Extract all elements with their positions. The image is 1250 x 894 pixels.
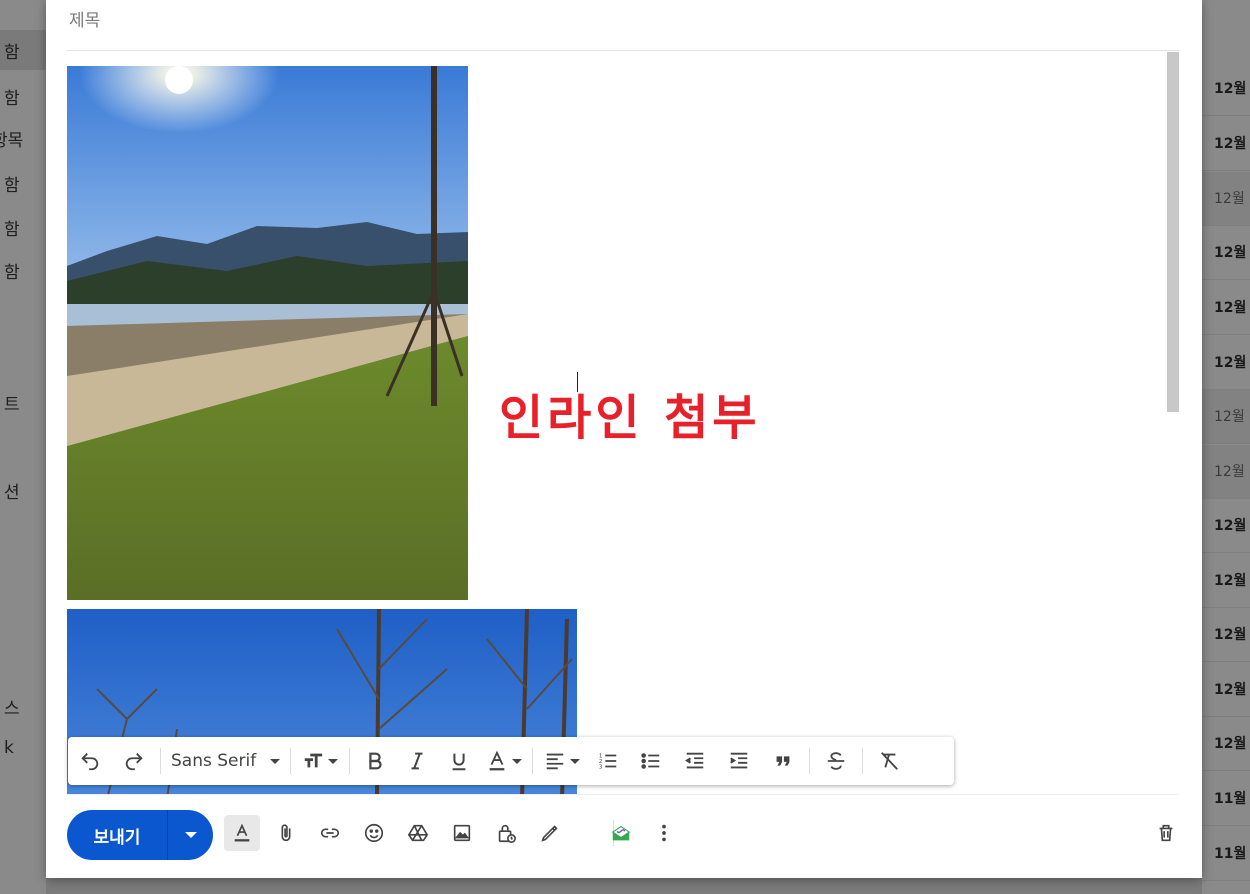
schedule-send-dropdown[interactable] [168,810,213,860]
email-date: 12월 [1202,172,1250,226]
google-drive-icon[interactable] [400,815,436,851]
redo-icon[interactable] [112,743,156,779]
chevron-down-icon [184,832,197,838]
svg-text:3: 3 [599,764,603,770]
email-date: 12월 [1202,336,1250,390]
email-date: 12월 [1202,445,1250,499]
emoji-icon[interactable] [356,815,392,851]
email-date: 12월 [1202,554,1250,608]
strikethrough-icon[interactable] [814,743,858,779]
email-date: 12월 [1202,281,1250,335]
underline-icon[interactable] [438,743,480,779]
discard-draft-icon[interactable] [1148,815,1184,851]
remove-formatting-icon[interactable] [867,743,911,779]
confidential-mode-icon[interactable] [488,815,524,851]
message-body[interactable]: 인라인 첨부 [67,62,1167,794]
email-date: 12월 [1202,608,1250,662]
send-button[interactable]: 보내기 [67,810,167,860]
body-scrollbar[interactable] [1167,52,1179,412]
numbered-list-icon[interactable]: 123 [587,743,629,779]
send-button-group: 보내기 [67,810,213,860]
divider [67,794,1179,795]
formatting-toolbar: Sans Serif 123 [68,737,954,785]
inline-image-lakeside[interactable] [67,66,468,600]
align-icon[interactable] [537,743,587,779]
subject-row [67,0,1179,51]
chevron-down-icon [270,758,281,764]
inbox-sidebar-background: 함 함 항목 함 함 함 트 션 스 k [0,0,46,894]
font-size-icon[interactable] [295,743,345,779]
sidebar-row: 트 [4,395,20,415]
chevron-down-icon [512,758,523,764]
sidebar-row: 항목 [0,131,24,151]
email-date: 12월 [1202,62,1250,116]
font-family-label: Sans Serif [171,751,257,771]
indent-less-icon[interactable] [673,743,717,779]
undo-icon[interactable] [68,743,112,779]
indent-more-icon[interactable] [717,743,761,779]
email-date: 12월 [1202,499,1250,553]
compose-window: 인라인 첨부 [46,0,1202,878]
subject-input[interactable] [67,10,671,32]
formatting-options-icon[interactable] [224,815,260,851]
email-date: 12월 [1202,663,1250,717]
email-date: 11월 [1202,772,1250,826]
sidebar-row: 함 [4,89,20,109]
insert-link-icon[interactable] [312,815,348,851]
sidebar-row: 함 [4,176,20,196]
insert-photo-icon[interactable] [444,815,480,851]
chevron-down-icon [328,758,339,764]
sidebar-row: 스 [4,699,20,719]
more-options-icon[interactable] [646,815,682,851]
text-color-icon[interactable] [480,743,528,779]
bold-icon[interactable] [354,743,396,779]
inline-attachment-text: 인라인 첨부 [499,390,761,446]
attach-file-icon[interactable] [268,815,304,851]
sidebar-row: k [4,738,14,758]
quote-icon[interactable] [761,743,805,779]
bulleted-list-icon[interactable] [629,743,673,779]
email-date: 11월 [1202,827,1250,881]
sidebar-row: 함 [4,263,20,283]
email-date: 12월 [1202,226,1250,280]
email-date: 12월 [1202,390,1250,444]
italic-icon[interactable] [396,743,438,779]
chevron-down-icon [570,758,581,764]
sidebar-row: 션 [4,483,20,503]
font-family-select[interactable]: Sans Serif [165,743,286,779]
inbox-list-background: 12월 12월 12월 12월 12월 12월 12월 12월 12월 12월 … [1202,0,1250,894]
signature-icon[interactable] [532,815,568,851]
sidebar-row: 함 [0,30,46,70]
email-date: 12월 [1202,117,1250,171]
addon-icon[interactable] [603,815,639,851]
email-date: 12월 [1202,717,1250,771]
sidebar-row: 함 [4,220,20,240]
